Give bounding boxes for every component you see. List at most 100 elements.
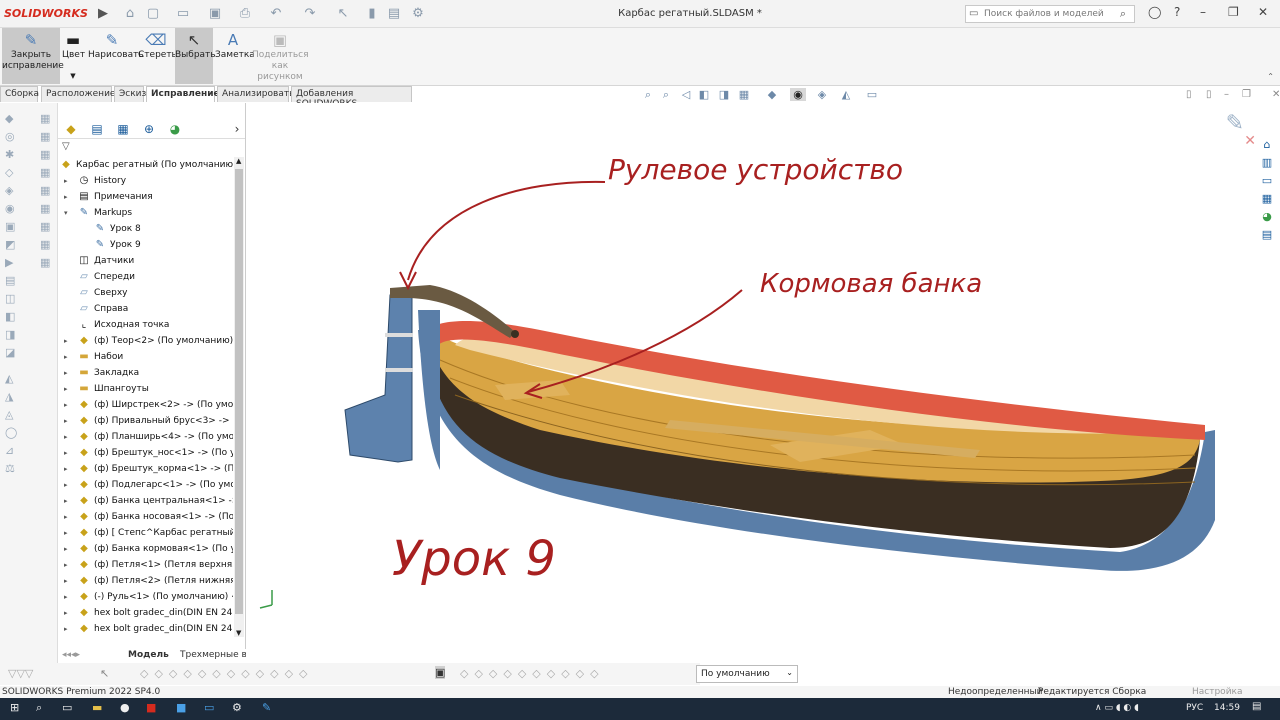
tree-item[interactable]: ▸ ◆ (ф) Банка центральная<1> -> (По bbox=[58, 493, 233, 509]
tree-item[interactable]: ✎ Урок 9 bbox=[58, 237, 233, 253]
tab-evaluate[interactable]: Анализировать bbox=[217, 86, 294, 102]
note-button[interactable]: A Заметка bbox=[215, 28, 255, 84]
tab-assembly[interactable]: Сборка bbox=[0, 86, 39, 102]
close-markup-button[interactable]: ✎ Закрыть исправление bbox=[2, 28, 64, 84]
tree-item[interactable]: ⌞ Исходная точка bbox=[58, 317, 233, 333]
restore-icon[interactable]: ❐ bbox=[1228, 5, 1239, 19]
view-orientation-icon[interactable]: ▦ bbox=[736, 88, 752, 101]
clearance-icon[interactable]: ◬ bbox=[5, 409, 19, 421]
expand-toggle-icon[interactable]: ▸ bbox=[64, 525, 68, 541]
property-manager-icon[interactable]: ▤ bbox=[88, 121, 106, 137]
viewport-close-icon[interactable]: ✕ bbox=[1272, 89, 1280, 100]
windows-start-icon[interactable]: ⊞ bbox=[10, 701, 19, 714]
toolbar2-icon-2[interactable]: ▦ bbox=[40, 131, 54, 143]
update-speedpak-icon[interactable]: ◨ bbox=[5, 329, 19, 341]
tree-item[interactable]: ◫ Датчики bbox=[58, 253, 233, 269]
minimize-icon[interactable]: – bbox=[1200, 5, 1206, 19]
hole-alignment-icon[interactable]: ◯ bbox=[5, 427, 19, 439]
tree-item[interactable]: ▱ Сверху bbox=[58, 285, 233, 301]
file-explorer-taskbar-icon[interactable]: ▬ bbox=[92, 701, 102, 714]
tree-item[interactable]: ▸ ◆ (ф) Петля<1> (Петля верхняя_ште bbox=[58, 557, 233, 573]
expand-toggle-icon[interactable]: ▸ bbox=[64, 365, 68, 381]
selection-filters-icon[interactable]: ◇◇◇◇◇◇◇◇◇◇◇◇ bbox=[140, 667, 314, 680]
undo-icon[interactable]: ↶ bbox=[268, 6, 284, 22]
tab-model[interactable]: Модель bbox=[128, 650, 169, 660]
active-filter-icon[interactable]: ▣ bbox=[435, 666, 446, 679]
taskbar-search-icon[interactable]: ⌕ bbox=[36, 701, 42, 715]
expand-toggle-icon[interactable]: ▸ bbox=[64, 429, 68, 445]
tree-item[interactable]: ✎ Урок 8 bbox=[58, 221, 233, 237]
tree-item[interactable]: ▸ ◷ History bbox=[58, 173, 233, 189]
share-image-button[interactable]: ▣ Поделиться как рисунком bbox=[252, 28, 309, 84]
tab-addins[interactable]: Добавления SOLIDWORKS bbox=[291, 86, 412, 109]
expand-toggle-icon[interactable]: ▸ bbox=[64, 557, 68, 573]
status-settings[interactable]: Настройка bbox=[1192, 687, 1243, 697]
expand-toggle-icon[interactable]: ▸ bbox=[64, 509, 68, 525]
viewport-restore-icon[interactable]: ❐ bbox=[1242, 89, 1251, 100]
select-button[interactable]: ↖ Выбрать bbox=[175, 28, 216, 84]
tree-item[interactable]: ▸ ◆ (ф) Банка кормовая<1> (По умол bbox=[58, 541, 233, 557]
tree-item[interactable]: ▸ ▬ Закладка bbox=[58, 365, 233, 381]
tree-tabs-more-icon[interactable]: › bbox=[228, 121, 245, 137]
tray-icons[interactable]: ∧ ▭ ◖ ◐ ◖ bbox=[1095, 703, 1139, 713]
tree-item[interactable]: ▸ ◆ (ф) Подлегарс<1> -> (По умолча bbox=[58, 477, 233, 493]
configuration-manager-icon[interactable]: ▦ bbox=[114, 121, 132, 137]
tree-item[interactable]: ▸ ◆ (ф) Брештук_нос<1> -> (По умол bbox=[58, 445, 233, 461]
draw-button[interactable]: ✎ Нарисовать bbox=[88, 28, 144, 84]
tree-item[interactable]: ▸ ◆ (ф) Планширь<4> -> (По умолча bbox=[58, 429, 233, 445]
tree-item[interactable]: ▾ ✎ Markups bbox=[58, 205, 233, 221]
tree-item[interactable]: ▸ ▬ Набои bbox=[58, 349, 233, 365]
print-icon[interactable]: ⎙ bbox=[237, 6, 253, 22]
expand-menu-icon[interactable]: ▶ bbox=[95, 6, 111, 22]
erase-button[interactable]: ⌫ Стереть bbox=[138, 28, 177, 84]
dynamic-annotation-icon[interactable]: ◨ bbox=[716, 88, 732, 101]
move-component-icon[interactable]: ◈ bbox=[5, 185, 19, 197]
tab-layout[interactable]: Расположение bbox=[41, 86, 115, 102]
linear-pattern-icon[interactable]: ✱ bbox=[5, 149, 19, 161]
tree-item[interactable]: ▸ ◆ (ф) Брештук_корма<1> -> (По ум bbox=[58, 461, 233, 477]
toolbar2-icon-9[interactable]: ▦ bbox=[40, 257, 54, 269]
tree-item[interactable]: ▸ ◆ (ф) Банка носовая<1> -> (По умо bbox=[58, 509, 233, 525]
tree-item[interactable]: ▸ ◆ (-) Руль<1> (По умолчанию) <По bbox=[58, 589, 233, 605]
previous-view-icon[interactable]: ◁ bbox=[678, 88, 694, 101]
tree-item[interactable]: ▱ Справа bbox=[58, 301, 233, 317]
expand-toggle-icon[interactable]: ▸ bbox=[64, 541, 68, 557]
file-explorer-icon[interactable]: ▭ bbox=[1258, 174, 1276, 192]
design-library-icon[interactable]: ▥ bbox=[1258, 156, 1276, 174]
expand-toggle-icon[interactable]: ▸ bbox=[64, 621, 68, 637]
feature-manager-icon[interactable]: ◆ bbox=[62, 121, 80, 137]
edit-appearance-icon[interactable]: ◈ bbox=[814, 88, 830, 101]
filter-icon[interactable]: ▽ bbox=[62, 141, 70, 152]
color-button[interactable]: ▬ Цвет ▼ bbox=[62, 28, 85, 84]
toolbar2-icon-5[interactable]: ▦ bbox=[40, 185, 54, 197]
expand-toggle-icon[interactable]: ▸ bbox=[64, 349, 68, 365]
toolbar2-icon-7[interactable]: ▦ bbox=[40, 221, 54, 233]
redo-icon[interactable]: ↷ bbox=[302, 6, 318, 22]
notifications-icon[interactable]: ▤ bbox=[1252, 701, 1261, 712]
expand-toggle-icon[interactable]: ▸ bbox=[64, 573, 68, 589]
smart-fastener-icon[interactable]: ◇ bbox=[5, 167, 19, 179]
instant3d-icon[interactable]: ◧ bbox=[5, 311, 19, 323]
language-indicator[interactable]: РУС bbox=[1186, 703, 1203, 713]
new-motion-study-icon[interactable]: ▶ bbox=[5, 257, 19, 269]
tree-item[interactable]: ▸ ◆ (ф) Петля<2> (Петля нижняя_ште bbox=[58, 573, 233, 589]
toolbar2-icon-8[interactable]: ▦ bbox=[40, 239, 54, 251]
custom-properties-icon[interactable]: ▤ bbox=[1258, 228, 1276, 246]
assembly-features-icon[interactable]: ▣ bbox=[5, 221, 19, 233]
settings-taskbar-icon[interactable]: ⚙ bbox=[232, 701, 242, 714]
tree-scrollbar[interactable]: ▲ ▼ bbox=[234, 157, 244, 637]
tree-item[interactable]: ▸ ◆ (ф) [ Степс^Карбас регатный ]<1> bbox=[58, 525, 233, 541]
filter-tool-icon[interactable]: ▽▽▽ bbox=[8, 667, 33, 680]
color-dropdown-icon[interactable]: ▼ bbox=[62, 71, 84, 82]
tree-root[interactable]: ◆ Карбас регатный (По умолчанию) <П bbox=[58, 157, 233, 173]
measure-icon[interactable]: ⊿ bbox=[5, 445, 19, 457]
viewport-split-icon[interactable]: ▯ bbox=[1186, 89, 1192, 100]
expand-toggle-icon[interactable]: ▸ bbox=[64, 493, 68, 509]
tab-nav-icon[interactable]: ◂◂◂▸ bbox=[62, 650, 80, 660]
expand-toggle-icon[interactable]: ▸ bbox=[64, 605, 68, 621]
graphics-area[interactable]: Рулевое устройство Кормовая банка Урок 9… bbox=[246, 103, 1280, 663]
display-manager-icon[interactable]: ◕ bbox=[166, 121, 184, 137]
appearances-icon[interactable]: ◕ bbox=[1258, 210, 1276, 228]
toolbar2-icon-4[interactable]: ▦ bbox=[40, 167, 54, 179]
file-properties-icon[interactable]: ▤ bbox=[386, 6, 402, 22]
